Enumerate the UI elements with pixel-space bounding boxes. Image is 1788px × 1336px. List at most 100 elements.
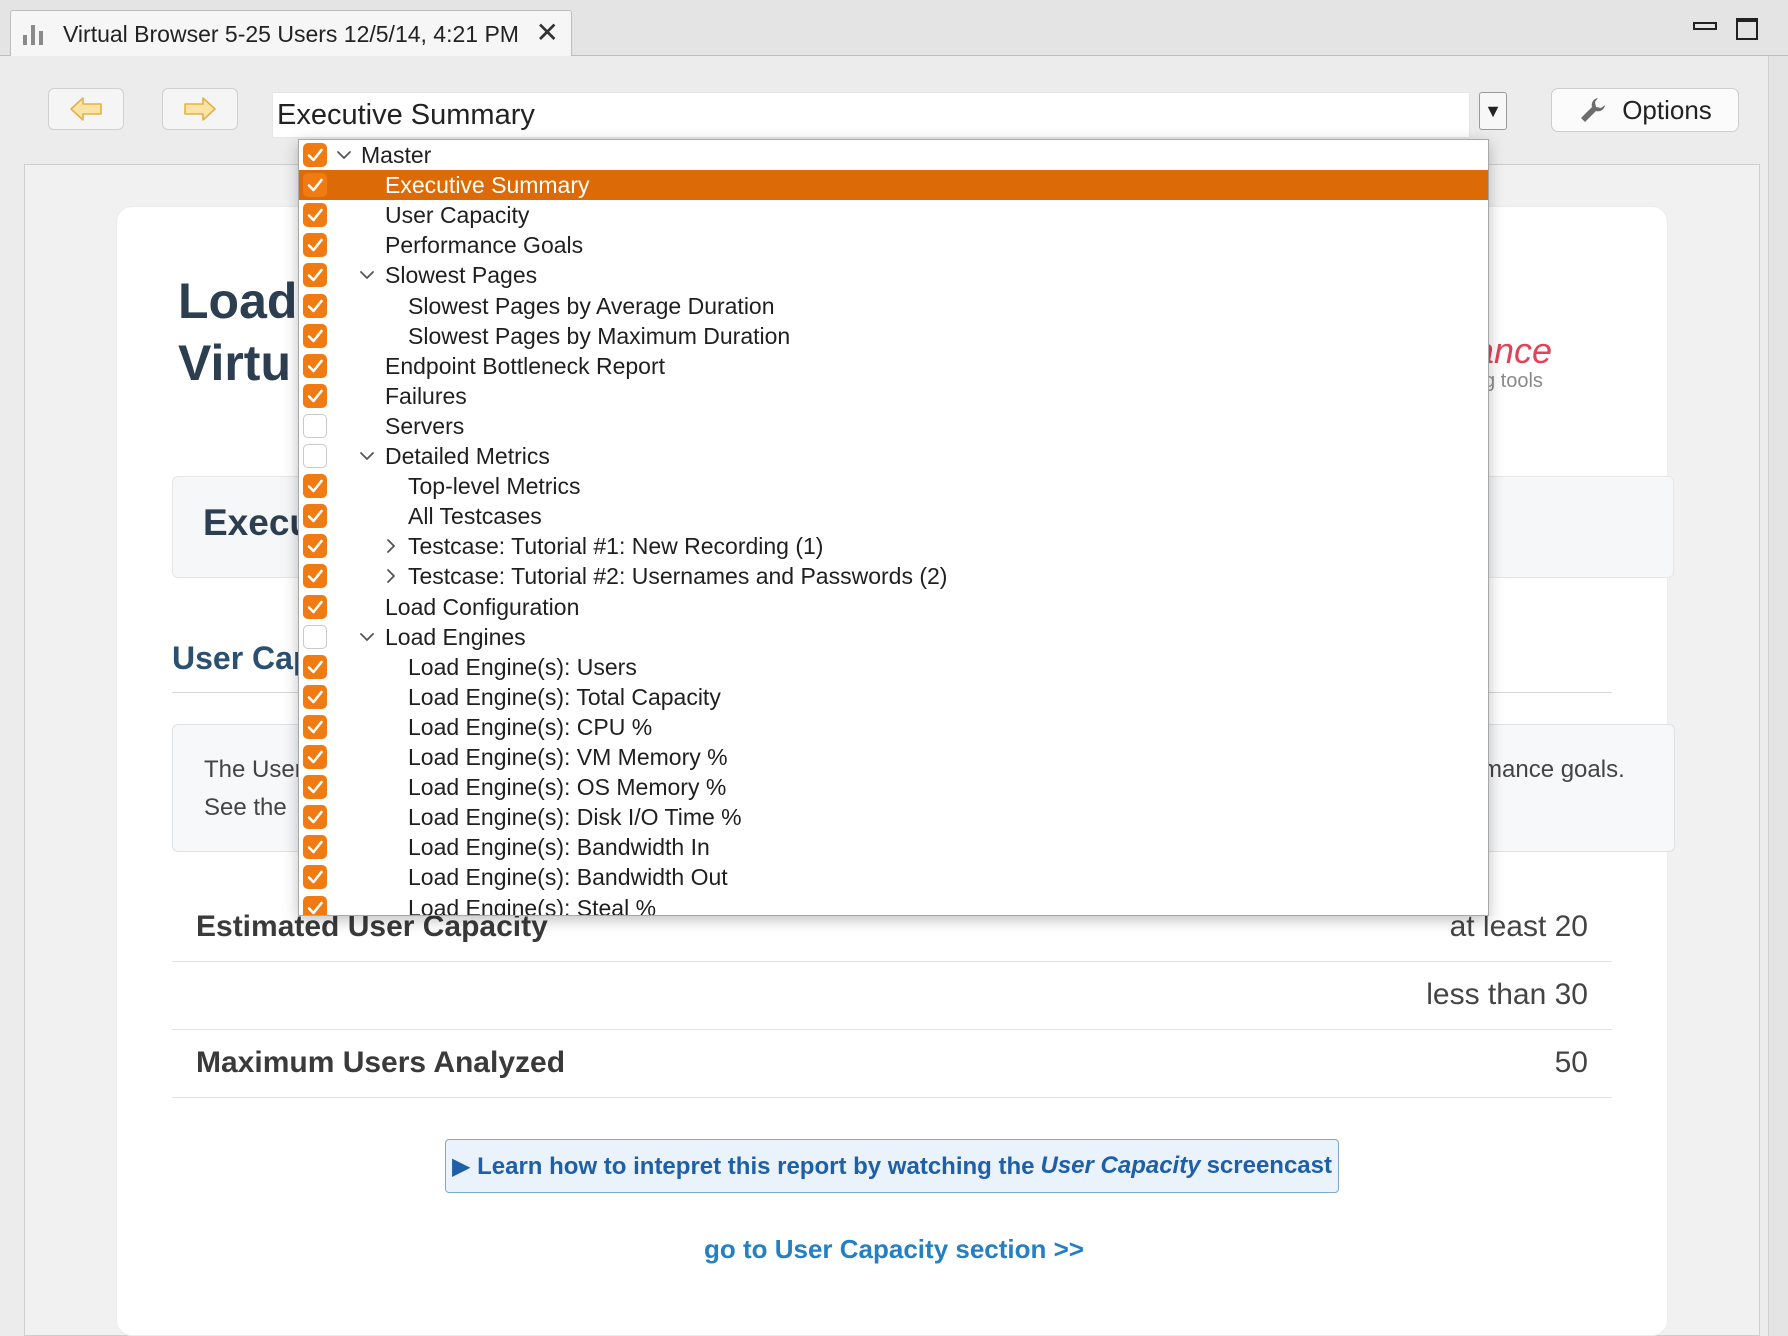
dropdown-item[interactable]: Failures	[299, 381, 1488, 411]
dropdown-item-label: Performance Goals	[385, 232, 584, 258]
checkmark-icon	[307, 780, 323, 794]
dropdown-item-label: Load Engine(s): Total Capacity	[408, 684, 721, 710]
checkbox-checked[interactable]	[303, 745, 327, 769]
dropdown-item-label: Endpoint Bottleneck Report	[385, 353, 666, 379]
checkmark-icon	[307, 148, 323, 162]
checkbox-checked[interactable]	[303, 595, 327, 619]
dropdown-item[interactable]: Top-level Metrics	[299, 471, 1488, 501]
dropdown-item-label: Load Engine(s): Disk I/O Time %	[408, 804, 742, 830]
chevron-down-icon[interactable]	[358, 447, 376, 465]
checkbox-checked[interactable]	[303, 896, 327, 915]
close-icon[interactable]: ✕	[536, 19, 559, 47]
checkbox-unchecked[interactable]	[303, 414, 327, 438]
checkbox-checked[interactable]	[303, 775, 327, 799]
chevron-right-icon[interactable]	[382, 537, 400, 555]
dropdown-item[interactable]: Load Engine(s): Total Capacity	[299, 682, 1488, 712]
dropdown-item[interactable]: Testcase: Tutorial #1: New Recording (1)	[299, 531, 1488, 561]
checkmark-icon	[307, 299, 323, 313]
dropdown-item-label: Load Engine(s): Bandwidth Out	[408, 864, 728, 890]
dropdown-item-label: Slowest Pages	[385, 262, 538, 288]
checkbox-unchecked[interactable]	[303, 625, 327, 649]
tab-title: Virtual Browser 5-25 Users 12/5/14, 4:21…	[63, 20, 519, 47]
dropdown-item-label: Load Engine(s): OS Memory %	[408, 774, 727, 800]
table-row: Maximum Users Analyzed 50	[172, 1030, 1612, 1098]
dropdown-item[interactable]: Slowest Pages by Average Duration	[299, 291, 1488, 321]
dropdown-item[interactable]: Executive Summary	[299, 170, 1488, 200]
checkbox-checked[interactable]	[303, 354, 327, 378]
goto-user-capacity-link[interactable]: go to User Capacity section >>	[0, 1234, 1788, 1265]
dropdown-item[interactable]: Detailed Metrics	[299, 441, 1488, 471]
checkbox-checked[interactable]	[303, 715, 327, 739]
screencast-link-emphasis: User Capacity	[1040, 1152, 1201, 1179]
checkmark-icon	[307, 178, 323, 192]
dropdown-item[interactable]: Testcase: Tutorial #2: Usernames and Pas…	[299, 561, 1488, 591]
dropdown-item-label: Executive Summary	[385, 172, 590, 198]
chevron-down-icon[interactable]	[358, 266, 376, 284]
dropdown-item-label: Load Engine(s): Users	[408, 654, 637, 680]
screencast-link-prefix: ▶ Learn how to intepret this report by w…	[451, 1152, 1035, 1180]
dropdown-item[interactable]: Load Engine(s): OS Memory %	[299, 772, 1488, 802]
dropdown-item[interactable]: Load Engine(s): CPU %	[299, 712, 1488, 742]
dropdown-item[interactable]: All Testcases	[299, 501, 1488, 531]
checkbox-checked[interactable]	[303, 324, 327, 348]
dropdown-item[interactable]: Load Engine(s): VM Memory %	[299, 742, 1488, 772]
checkbox-checked[interactable]	[303, 384, 327, 408]
dropdown-item-label: Slowest Pages by Average Duration	[408, 293, 775, 319]
chevron-down-icon[interactable]	[335, 146, 353, 164]
checkbox-checked[interactable]	[303, 534, 327, 558]
checkbox-unchecked[interactable]	[303, 444, 327, 468]
dropdown-item-label: Top-level Metrics	[408, 473, 581, 499]
dropdown-item[interactable]: Servers	[299, 411, 1488, 441]
dropdown-item[interactable]: Endpoint Bottleneck Report	[299, 351, 1488, 381]
dropdown-item-label: Load Engine(s): Bandwidth In	[408, 834, 710, 860]
report-title-line2: Virtu	[178, 335, 291, 391]
dropdown-item-label: Load Engine(s): CPU %	[408, 714, 653, 740]
checkbox-checked[interactable]	[303, 143, 327, 167]
options-button[interactable]: Options	[1551, 88, 1739, 132]
info-text-line1-end: mance goals.	[1482, 756, 1625, 783]
dropdown-item[interactable]: Slowest Pages by Maximum Duration	[299, 321, 1488, 351]
dropdown-item[interactable]: Load Engine(s): Bandwidth In	[299, 832, 1488, 862]
chevron-down-icon[interactable]	[358, 628, 376, 646]
dropdown-item[interactable]: Load Engines	[299, 622, 1488, 652]
dropdown-item[interactable]: Load Engine(s): Disk I/O Time %	[299, 802, 1488, 832]
checkbox-checked[interactable]	[303, 805, 327, 829]
dropdown-item[interactable]: Master	[299, 140, 1488, 170]
checkbox-checked[interactable]	[303, 203, 327, 227]
checkbox-checked[interactable]	[303, 173, 327, 197]
chevron-right-icon[interactable]	[382, 567, 400, 585]
dropdown-item[interactable]: Load Engine(s): Users	[299, 652, 1488, 682]
dropdown-item[interactable]: Performance Goals	[299, 230, 1488, 260]
checkbox-checked[interactable]	[303, 655, 327, 679]
checkmark-icon	[307, 509, 323, 523]
forward-button[interactable]	[162, 88, 238, 130]
checkbox-checked[interactable]	[303, 835, 327, 859]
checkbox-checked[interactable]	[303, 564, 327, 588]
maximize-icon[interactable]	[1734, 14, 1760, 40]
screencast-link-button[interactable]: ▶ Learn how to intepret this report by w…	[445, 1139, 1339, 1193]
dropdown-item[interactable]: Load Configuration	[299, 592, 1488, 622]
checkbox-checked[interactable]	[303, 294, 327, 318]
checkmark-icon	[307, 389, 323, 403]
report-section-select[interactable]: Executive Summary	[272, 92, 1470, 138]
checkbox-checked[interactable]	[303, 865, 327, 889]
back-button[interactable]	[48, 88, 124, 130]
dropdown-item[interactable]: Load Engine(s): Steal %	[299, 893, 1488, 915]
dropdown-item[interactable]: Load Engine(s): Bandwidth Out	[299, 862, 1488, 892]
checkbox-checked[interactable]	[303, 504, 327, 528]
checkmark-icon	[307, 539, 323, 553]
checkbox-checked[interactable]	[303, 263, 327, 287]
info-text-line1: The User	[204, 756, 303, 783]
dropdown-item[interactable]: Slowest Pages	[299, 260, 1488, 290]
checkbox-checked[interactable]	[303, 233, 327, 257]
minimize-icon[interactable]	[1690, 14, 1717, 40]
dropdown-toggle-button[interactable]: ▼	[1479, 92, 1507, 130]
row-value: 50	[1554, 1046, 1588, 1079]
bar-chart-icon	[23, 23, 49, 45]
screencast-link-suffix: screencast	[1206, 1152, 1332, 1179]
dropdown-item-label: Detailed Metrics	[385, 443, 550, 469]
dropdown-item[interactable]: User Capacity	[299, 200, 1488, 230]
checkbox-checked[interactable]	[303, 685, 327, 709]
report-tab[interactable]: Virtual Browser 5-25 Users 12/5/14, 4:21…	[10, 10, 572, 57]
checkbox-checked[interactable]	[303, 474, 327, 498]
